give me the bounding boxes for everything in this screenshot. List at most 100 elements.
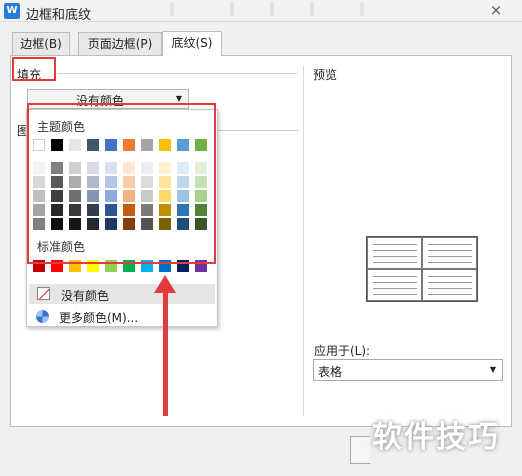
color-swatch[interactable] bbox=[105, 176, 117, 188]
color-swatch[interactable] bbox=[159, 176, 171, 188]
color-swatch[interactable] bbox=[105, 190, 117, 202]
color-swatch[interactable] bbox=[177, 162, 189, 174]
color-swatch[interactable] bbox=[159, 260, 171, 272]
ok-button[interactable] bbox=[350, 436, 370, 464]
fill-color-select[interactable]: 没有颜色 ▼ bbox=[27, 89, 189, 109]
color-swatch[interactable] bbox=[69, 162, 81, 174]
preview-cell bbox=[367, 269, 422, 301]
color-swatch[interactable] bbox=[51, 260, 63, 272]
background-decoration bbox=[170, 2, 370, 18]
color-swatch[interactable] bbox=[87, 190, 99, 202]
color-swatch[interactable] bbox=[33, 260, 45, 272]
color-swatch[interactable] bbox=[123, 162, 135, 174]
apply-to-value: 表格 bbox=[318, 365, 343, 379]
title-bar: W 边框和底纹 × bbox=[0, 0, 522, 23]
color-swatch[interactable] bbox=[87, 139, 99, 151]
tab-page-border[interactable]: 页面边框(P) bbox=[78, 32, 162, 56]
color-swatch[interactable] bbox=[69, 260, 81, 272]
apply-to-label: 应用于(L): bbox=[314, 344, 371, 358]
color-swatch[interactable] bbox=[195, 162, 207, 174]
color-swatch[interactable] bbox=[51, 176, 63, 188]
color-swatch[interactable] bbox=[123, 176, 135, 188]
close-button[interactable]: × bbox=[482, 1, 510, 19]
color-swatch[interactable] bbox=[87, 218, 99, 230]
wps-writer-icon: W bbox=[4, 3, 20, 19]
color-swatch[interactable] bbox=[177, 139, 189, 151]
color-swatch[interactable] bbox=[69, 139, 81, 151]
color-swatch[interactable] bbox=[141, 190, 153, 202]
apply-to-select[interactable]: 表格 ▼ bbox=[313, 359, 503, 381]
color-swatch[interactable] bbox=[141, 204, 153, 216]
color-swatch[interactable] bbox=[33, 204, 45, 216]
color-swatch[interactable] bbox=[33, 162, 45, 174]
color-swatch[interactable] bbox=[87, 260, 99, 272]
color-swatch[interactable] bbox=[159, 139, 171, 151]
vertical-divider bbox=[303, 66, 304, 416]
color-swatch[interactable] bbox=[159, 190, 171, 202]
color-swatch[interactable] bbox=[141, 139, 153, 151]
color-swatch[interactable] bbox=[123, 190, 135, 202]
color-swatch[interactable] bbox=[195, 204, 207, 216]
pattern-divider bbox=[211, 130, 299, 131]
theme-colors-title: 主题颜色 bbox=[37, 120, 86, 134]
color-swatch[interactable] bbox=[105, 260, 117, 272]
color-swatch[interactable] bbox=[159, 204, 171, 216]
color-swatch[interactable] bbox=[141, 176, 153, 188]
color-swatch[interactable] bbox=[87, 176, 99, 188]
color-swatch[interactable] bbox=[105, 218, 117, 230]
color-swatch[interactable] bbox=[51, 139, 63, 151]
color-swatch[interactable] bbox=[159, 162, 171, 174]
tab-shading[interactable]: 底纹(S) bbox=[162, 31, 222, 56]
fill-divider bbox=[57, 73, 297, 74]
color-picker-dropdown: 主题颜色 标准颜色 没有颜色 更多颜色(M)... bbox=[26, 109, 218, 327]
preview-cell bbox=[422, 237, 477, 269]
color-swatch[interactable] bbox=[105, 139, 117, 151]
window-title: 边框和底纹 bbox=[26, 8, 92, 23]
color-swatch[interactable] bbox=[177, 190, 189, 202]
color-swatch[interactable] bbox=[87, 204, 99, 216]
no-color-icon bbox=[37, 287, 50, 300]
color-swatch[interactable] bbox=[69, 176, 81, 188]
color-swatch[interactable] bbox=[141, 218, 153, 230]
color-swatch[interactable] bbox=[159, 218, 171, 230]
color-swatch[interactable] bbox=[105, 204, 117, 216]
color-swatch[interactable] bbox=[33, 218, 45, 230]
color-swatch[interactable] bbox=[51, 162, 63, 174]
color-swatch[interactable] bbox=[51, 218, 63, 230]
color-swatch[interactable] bbox=[33, 176, 45, 188]
color-swatch[interactable] bbox=[195, 139, 207, 151]
chevron-down-icon: ▼ bbox=[175, 94, 182, 103]
color-swatch[interactable] bbox=[33, 190, 45, 202]
color-swatch[interactable] bbox=[69, 190, 81, 202]
annotation-arrow bbox=[163, 288, 168, 416]
color-swatch[interactable] bbox=[141, 162, 153, 174]
color-swatch[interactable] bbox=[87, 162, 99, 174]
color-swatch[interactable] bbox=[123, 204, 135, 216]
color-swatch[interactable] bbox=[141, 260, 153, 272]
color-swatch[interactable] bbox=[177, 218, 189, 230]
more-colors-option[interactable]: 更多颜色(M)... bbox=[59, 309, 138, 326]
no-color-label: 没有颜色 bbox=[61, 289, 110, 303]
color-swatch[interactable] bbox=[51, 190, 63, 202]
color-swatch[interactable] bbox=[195, 260, 207, 272]
color-swatch[interactable] bbox=[195, 176, 207, 188]
color-swatch[interactable] bbox=[51, 204, 63, 216]
color-swatch[interactable] bbox=[105, 162, 117, 174]
color-swatch[interactable] bbox=[195, 218, 207, 230]
color-wheel-icon bbox=[36, 310, 49, 323]
color-swatch[interactable] bbox=[177, 260, 189, 272]
preview-cell bbox=[422, 269, 477, 301]
no-color-option[interactable]: 没有颜色 bbox=[29, 284, 215, 304]
watermark: 软件技巧 bbox=[372, 420, 500, 455]
color-swatch[interactable] bbox=[195, 190, 207, 202]
color-swatch[interactable] bbox=[177, 204, 189, 216]
color-swatch[interactable] bbox=[69, 204, 81, 216]
tab-border[interactable]: 边框(B) bbox=[12, 32, 70, 56]
color-swatch[interactable] bbox=[123, 139, 135, 151]
color-swatch[interactable] bbox=[33, 139, 45, 151]
color-swatch[interactable] bbox=[69, 218, 81, 230]
color-swatch[interactable] bbox=[123, 260, 135, 272]
preview-table bbox=[366, 236, 478, 302]
color-swatch[interactable] bbox=[123, 218, 135, 230]
color-swatch[interactable] bbox=[177, 176, 189, 188]
